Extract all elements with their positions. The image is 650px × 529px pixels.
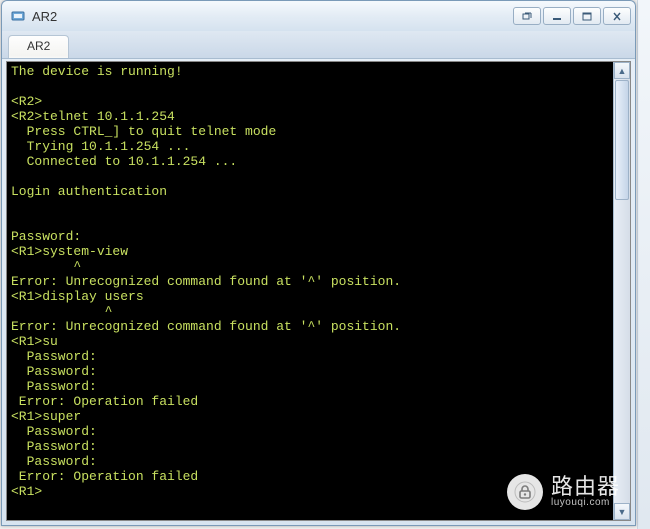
maximize-button[interactable]: [573, 7, 601, 25]
vertical-scrollbar[interactable]: ▲ ▼: [613, 62, 630, 520]
scroll-thumb[interactable]: [615, 80, 629, 200]
tab-ar2[interactable]: AR2: [8, 35, 69, 58]
terminal-container: The device is running! <R2> <R2>telnet 1…: [6, 61, 631, 521]
app-icon: [10, 8, 26, 24]
titlebar[interactable]: AR2: [2, 1, 635, 31]
tab-bar: AR2: [2, 31, 635, 59]
application-window: AR2 AR2 The device is running! <R2> <R2>…: [1, 0, 636, 526]
scroll-down-arrow-icon[interactable]: ▼: [614, 503, 630, 520]
window-title: AR2: [32, 9, 511, 24]
window-controls: [511, 7, 631, 25]
terminal-output[interactable]: The device is running! <R2> <R2>telnet 1…: [7, 62, 613, 520]
outer-scroll-strip: [637, 0, 650, 529]
scroll-up-arrow-icon[interactable]: ▲: [614, 62, 630, 79]
restore-alt-button[interactable]: [513, 7, 541, 25]
minimize-button[interactable]: [543, 7, 571, 25]
close-button[interactable]: [603, 7, 631, 25]
tab-label: AR2: [27, 39, 50, 53]
